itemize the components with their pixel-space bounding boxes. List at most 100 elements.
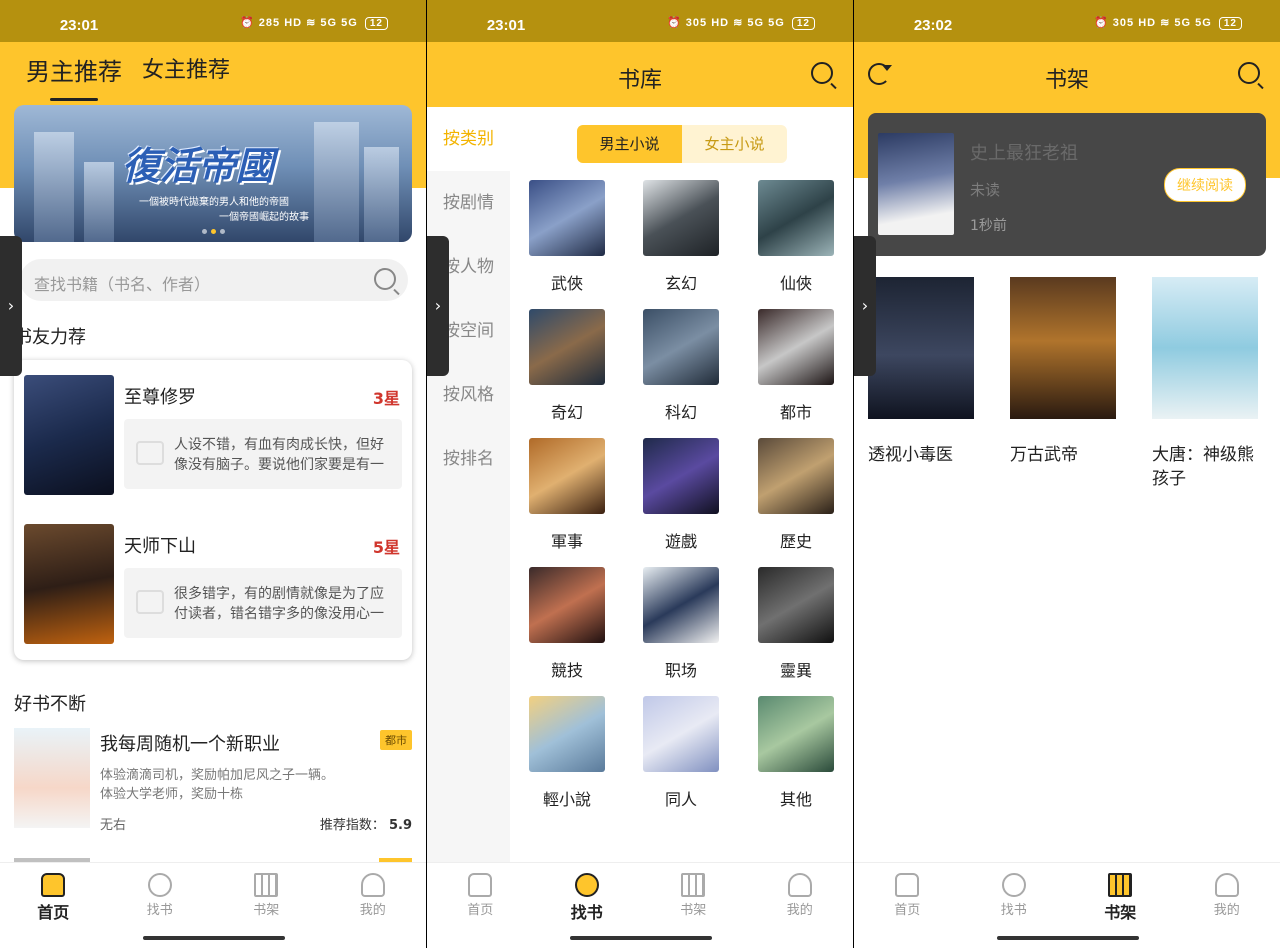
list-item[interactable]: 我每周随机一个新职业 都市 体验滴滴司机，奖励帕加尼风之子一辆。 体验大学老师，…	[14, 728, 412, 838]
segment-female[interactable]: 女主小说	[682, 125, 787, 163]
book-cover	[878, 133, 954, 235]
library-screen: 23:01 ⏰ 305 HD ≋ 5G 5G 12 书库 按类别 按剧情 按人物…	[427, 0, 853, 948]
category-thumbnail	[643, 180, 719, 256]
tab-female-recommend[interactable]: 女主推荐	[142, 52, 230, 87]
segment-male[interactable]: 男主小说	[577, 125, 682, 163]
category-label: 其他	[779, 790, 812, 809]
category-thumbnail	[643, 309, 719, 385]
category-item[interactable]: 同人	[635, 696, 727, 810]
category-item[interactable]: 競技	[521, 567, 613, 681]
book-cover	[24, 524, 114, 644]
category-label: 玄幻	[664, 274, 697, 293]
tab-me[interactable]: 我的	[320, 863, 427, 928]
book-cover	[1152, 277, 1258, 419]
category-thumbnail	[758, 180, 834, 256]
category-item[interactable]: 武俠	[521, 180, 613, 294]
search-input[interactable]: 查找书籍（书名、作者）	[20, 259, 408, 301]
filter-by-plot[interactable]: 按剧情	[427, 171, 510, 235]
category-thumbnail	[529, 567, 605, 643]
status-bar: 23:02 ⏰ 305 HD ≋ 5G 5G 12	[854, 0, 1280, 42]
search-placeholder: 查找书籍（书名、作者）	[34, 275, 211, 294]
gesture-bar	[854, 928, 1280, 948]
category-item[interactable]: 其他	[750, 696, 842, 810]
filter-by-rank[interactable]: 按排名	[427, 427, 510, 491]
tab-shelf[interactable]: 书架	[1067, 863, 1174, 928]
category-thumbnail	[643, 567, 719, 643]
category-thumbnail	[758, 696, 834, 772]
category-item[interactable]: 靈異	[750, 567, 842, 681]
home-icon	[468, 873, 493, 897]
category-label: 歷史	[779, 532, 812, 551]
book-cover	[24, 375, 114, 495]
list-item[interactable]: 天师下山 5星 很多错字，有的剧情就像是为了应付读者，错名错字多的像没用心一样.…	[24, 524, 404, 644]
category-label: 遊戲	[664, 532, 697, 551]
category-label: 軍事	[550, 532, 583, 551]
tab-find[interactable]: 找书	[107, 863, 214, 928]
list-item[interactable]: 至尊修罗 3星 人设不错，有血有肉成长快，但好像没有脑子。要说他们家要是有一个聪…	[24, 375, 404, 495]
category-item[interactable]: 奇幻	[521, 309, 613, 423]
read-status: 未读	[970, 181, 1001, 199]
shelf-book[interactable]: 透视小毒医	[868, 277, 976, 467]
bookshelf-icon	[1108, 873, 1133, 897]
recent-reading-card[interactable]: 史上最狂老祖 未读 1秒前 继续阅读	[868, 113, 1266, 256]
shelf-book[interactable]: 万古武帝	[1010, 277, 1118, 467]
banner-subtitle: 一個被時代拋棄的男人和他的帝國	[139, 197, 289, 208]
book-title: 透视小毒医	[868, 445, 953, 465]
recommend-score: 推荐指数： 5.9	[319, 818, 412, 833]
category-label: 奇幻	[550, 403, 583, 422]
search-icon[interactable]	[374, 268, 396, 290]
review-box: 人设不错，有血有肉成长快，但好像没有脑子。要说他们家要是有一个聪明的...	[124, 419, 402, 489]
rating-badge: 3星	[372, 389, 400, 408]
category-item[interactable]: 科幻	[635, 309, 727, 423]
home-icon	[895, 873, 920, 897]
status-icons: ⏰ 305 HD ≋ 5G 5G 12	[667, 16, 815, 30]
category-label: 职场	[664, 661, 697, 680]
shelf-book[interactable]: 大唐：神级熊孩子	[1152, 277, 1260, 491]
tab-male-recommend[interactable]: 男主推荐	[26, 52, 122, 101]
category-item[interactable]: 輕小說	[521, 696, 613, 810]
category-item[interactable]: 职场	[635, 567, 727, 681]
battery-icon: 12	[364, 17, 388, 30]
tab-shelf[interactable]: 书架	[640, 863, 747, 928]
category-item[interactable]: 仙俠	[750, 180, 842, 294]
last-read-time: 1秒前	[970, 218, 1007, 234]
bookshelf-screen: 23:02 ⏰ 305 HD ≋ 5G 5G 12 书架 史上最狂老祖 未读 1…	[854, 0, 1280, 948]
category-thumbnail	[758, 309, 834, 385]
category-item[interactable]: 玄幻	[635, 180, 727, 294]
category-item[interactable]: 遊戲	[635, 438, 727, 552]
category-thumbnail	[529, 309, 605, 385]
tab-find[interactable]: 找书	[534, 863, 641, 928]
category-item[interactable]: 都市	[750, 309, 842, 423]
home-screen: 23:01 ⏰ 285 HD ≋ 5G 5G 12 男主推荐 女主推荐 復活帝國…	[0, 0, 426, 948]
side-drawer-handle[interactable]: ›	[427, 236, 449, 376]
search-icon[interactable]	[811, 62, 833, 84]
search-icon	[574, 873, 599, 897]
user-icon	[360, 873, 385, 897]
battery-icon: 12	[791, 17, 815, 30]
category-item[interactable]: 歷史	[750, 438, 842, 552]
promo-banner[interactable]: 復活帝國 一個被時代拋棄的男人和他的帝國 一個帝國崛起的故事	[14, 105, 412, 242]
tab-home[interactable]: 首页	[0, 863, 107, 928]
category-item[interactable]: 軍事	[521, 438, 613, 552]
book-title: 大唐：神级熊孩子	[1152, 445, 1254, 489]
review-box: 很多错字，有的剧情就像是为了应付读者，错名错字多的像没用心一样...	[124, 568, 402, 638]
status-time: 23:01	[486, 17, 526, 34]
search-icon	[147, 873, 172, 897]
search-icon[interactable]	[1238, 62, 1260, 84]
category-thumbnail	[529, 180, 605, 256]
tab-home[interactable]: 首页	[854, 863, 961, 928]
filter-by-category[interactable]: 按类别	[427, 107, 510, 171]
genre-tag: 都市	[380, 730, 412, 750]
side-drawer-handle[interactable]: ›	[854, 236, 876, 376]
status-bar: 23:01 ⏰ 285 HD ≋ 5G 5G 12	[0, 0, 426, 42]
tab-home[interactable]: 首页	[427, 863, 534, 928]
user-icon	[1214, 873, 1239, 897]
continue-reading-button[interactable]: 继续阅读	[1164, 168, 1246, 202]
category-thumbnail	[529, 696, 605, 772]
tab-me[interactable]: 我的	[1174, 863, 1280, 928]
tab-find[interactable]: 找书	[961, 863, 1068, 928]
book-title: 我每周随机一个新职业	[100, 734, 280, 755]
side-drawer-handle[interactable]: ›	[0, 236, 22, 376]
tab-shelf[interactable]: 书架	[213, 863, 320, 928]
tab-me[interactable]: 我的	[747, 863, 854, 928]
